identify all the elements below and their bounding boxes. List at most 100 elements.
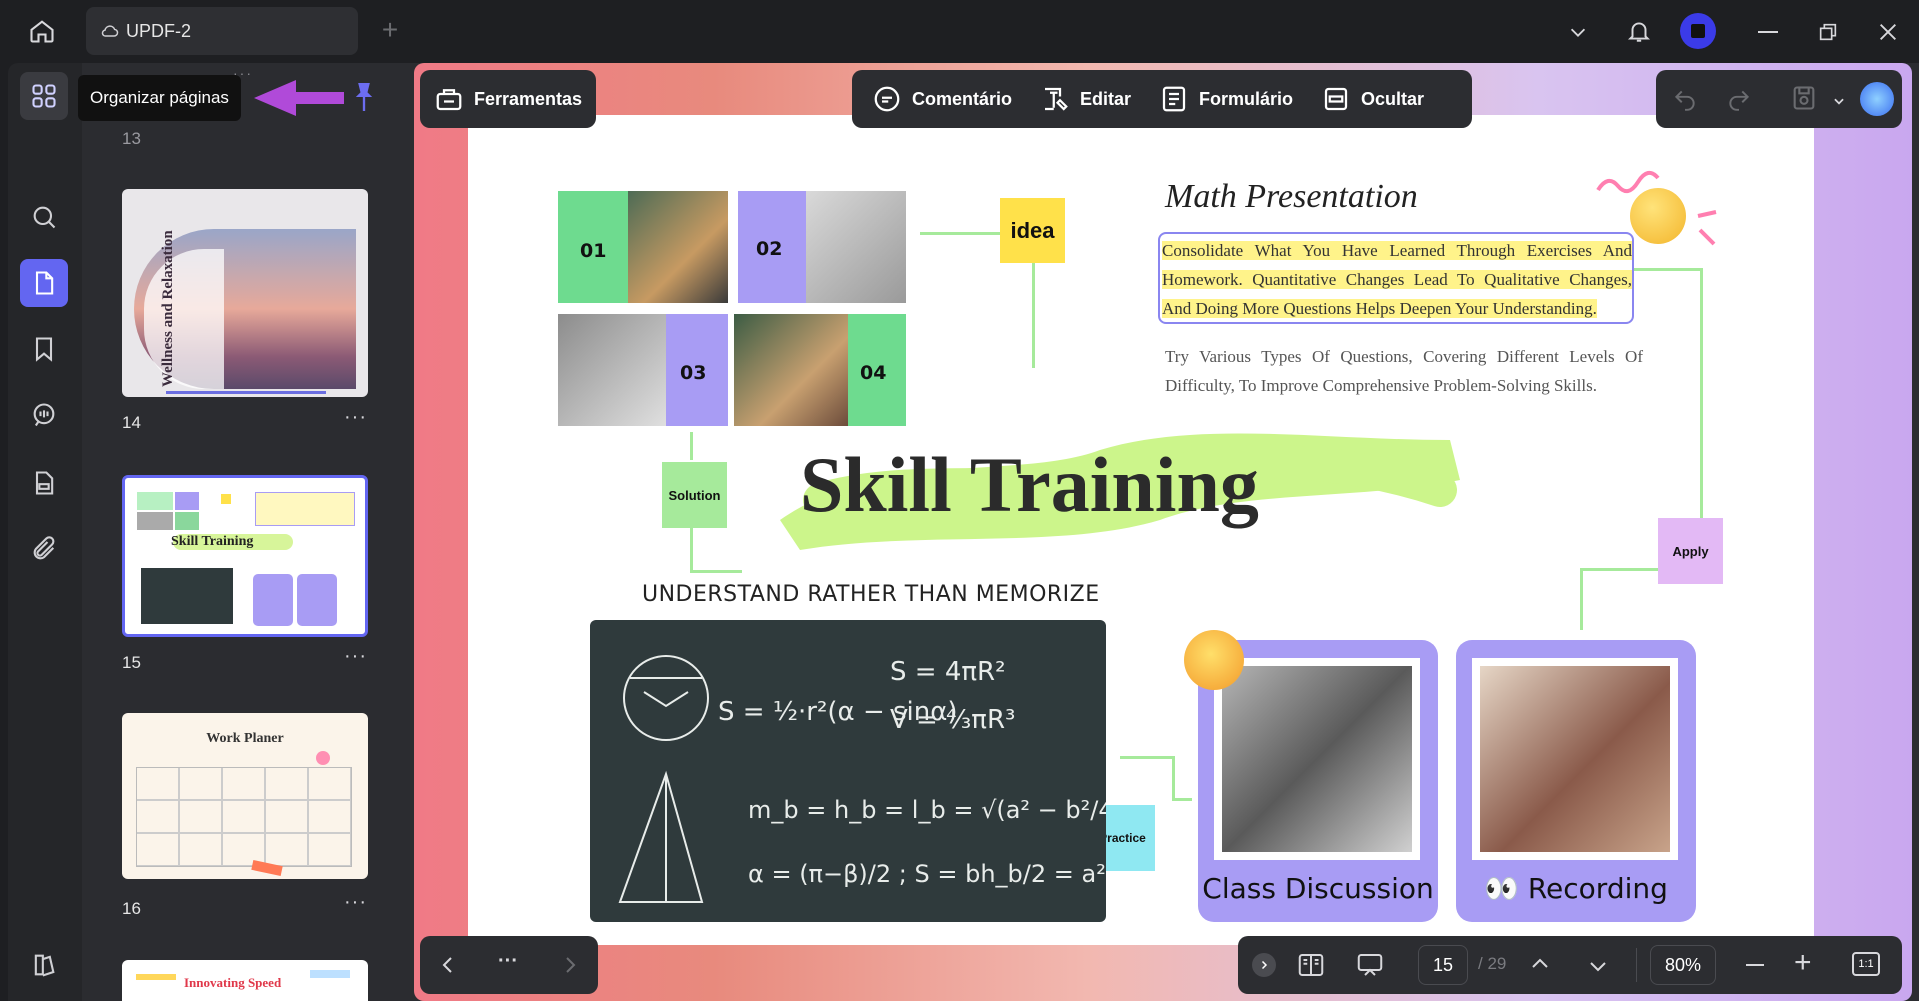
highlighted-text: Consolidate What You Have Learned Throug… [1162, 236, 1632, 323]
chevron-down-icon[interactable] [1586, 954, 1610, 983]
form-icon [35, 471, 54, 495]
pin-icon[interactable] [350, 80, 378, 114]
close-icon[interactable] [1870, 14, 1906, 50]
layers-icon [34, 954, 55, 977]
connector-line [690, 570, 742, 573]
chevron-right-icon[interactable] [558, 953, 582, 982]
document-tab[interactable]: UPDF-2 [86, 7, 358, 55]
comments-button[interactable] [20, 391, 68, 439]
svg-text:α = (π−β)/2 ; S = bh_b/2 = a²: α = (π−β)/2 ; S = bh_b/2 = a² sinβ / 2 [748, 860, 1106, 888]
mind-blown-emoji [1184, 630, 1244, 690]
math-formulas-drawing: S = ½·r²(α − sinα) S = 4πR² V = ⁴⁄₃πR³ m… [618, 655, 1202, 903]
idea-note: idea [1000, 198, 1065, 263]
two-page-view-icon[interactable] [1296, 950, 1326, 985]
forms-button[interactable] [20, 459, 68, 507]
expand-icon[interactable] [1252, 953, 1276, 977]
left-rail [8, 63, 82, 1001]
bookmark-button[interactable] [20, 325, 68, 373]
svg-text:m_b = h_b = l_b = √(a² − b²/4): m_b = h_b = l_b = √(a² − b²/4) [748, 796, 1106, 824]
tools-photo [806, 191, 906, 303]
top-bar: UPDF-2 + [0, 0, 1919, 62]
minimize-icon[interactable] [1750, 14, 1786, 50]
attachments-button[interactable] [20, 525, 68, 573]
thumbnail-more-button[interactable]: ··· [344, 406, 367, 429]
form-icon [1162, 86, 1186, 112]
thumbnail-more-button[interactable]: ··· [344, 891, 367, 914]
layers-button[interactable] [20, 941, 68, 989]
restore-icon[interactable] [1810, 14, 1846, 50]
tab-title: UPDF-2 [126, 20, 192, 41]
eyes-icon: 👀 [1484, 872, 1528, 905]
thumbnail-page-17[interactable]: Innovating Speed [122, 960, 368, 1001]
body-text: Try Various Types Of Questions, Covering… [1165, 347, 1643, 395]
new-tab-icon[interactable]: + [374, 14, 406, 46]
chalkboard: S = ½·r²(α − sinα) S = 4πR² V = ⁴⁄₃πR³ m… [590, 620, 1202, 922]
connector-line [1632, 268, 1702, 271]
svg-text:V = ⁴⁄₃πR³: V = ⁴⁄₃πR³ [890, 705, 1015, 735]
connector-line [1172, 798, 1192, 801]
connector-line [690, 432, 693, 460]
hide-button[interactable]: Ocultar [1307, 84, 1438, 114]
bell-icon[interactable] [1620, 12, 1658, 50]
page-number-input[interactable]: 15 [1418, 945, 1468, 985]
edit-button[interactable]: Editar [1026, 84, 1145, 114]
solution-note: Solution [662, 462, 727, 528]
svg-text:S = 4πR²: S = 4πR² [890, 657, 1006, 687]
page-nav-bar-left: ··· [420, 936, 598, 994]
home-icon[interactable] [22, 12, 62, 50]
connector-line [1580, 568, 1583, 630]
connector-line [1032, 262, 1035, 368]
tools-button[interactable]: Ferramentas [434, 84, 582, 114]
chevron-down-icon[interactable] [1560, 14, 1596, 50]
zoom-out-icon[interactable] [1746, 964, 1764, 966]
divider [1636, 948, 1637, 982]
thumbnail-title: Skill Training [171, 534, 254, 549]
comment-button[interactable]: Comentário [858, 84, 1026, 114]
page-icon [35, 271, 54, 295]
cloud-icon [101, 25, 119, 37]
zoom-in-icon[interactable]: + [1794, 948, 1812, 978]
pages-button[interactable] [20, 259, 68, 307]
comment-label: Comentário [912, 88, 1013, 109]
avatar[interactable] [1680, 13, 1716, 49]
ai-assistant-icon[interactable] [1860, 82, 1894, 116]
tile-number: 03 [680, 362, 707, 384]
recording-label: 👀 Recording [1484, 872, 1668, 905]
class-discussion-label: Class Discussion [1202, 872, 1434, 905]
thumbnail-number: 15 [122, 653, 141, 672]
connector-line [1582, 568, 1658, 571]
connector-line [690, 526, 693, 572]
save-icon[interactable] [1790, 84, 1818, 117]
undo-icon[interactable] [1672, 86, 1698, 117]
squiggle-decoration [1596, 170, 1717, 246]
form-button[interactable]: Formulário [1145, 84, 1307, 114]
redo-icon[interactable] [1726, 86, 1752, 117]
comment-icon [33, 403, 55, 427]
arrow-annotation [254, 80, 344, 116]
thumbnail-title: Work Planer [206, 731, 284, 746]
history-toolbar [1656, 70, 1902, 128]
presentation-icon[interactable] [1354, 950, 1386, 985]
subtitle: UNDERSTAND RATHER THAN MEMORIZE [642, 582, 1100, 607]
organize-pages-button[interactable] [20, 72, 68, 120]
search-button[interactable] [20, 193, 68, 241]
zoom-input[interactable]: 80% [1650, 945, 1716, 985]
tools-label: Ferramentas [474, 88, 583, 109]
save-dropdown-icon[interactable] [1832, 92, 1846, 113]
tools-toolbar: Ferramentas [420, 70, 596, 128]
thumbnail-more-button[interactable]: ··· [344, 645, 367, 668]
thumbnail-page-14[interactable]: Wellness and Relaxation [122, 189, 368, 397]
tile-number: 04 [860, 362, 887, 384]
thumbnail-page-15[interactable]: Skill Training [122, 475, 368, 637]
chevron-left-icon[interactable] [436, 953, 460, 982]
total-pages: / 29 [1478, 954, 1507, 973]
more-button[interactable]: ··· [498, 950, 518, 973]
class-discussion-photo-frame [1214, 658, 1420, 860]
redact-icon [1324, 87, 1348, 111]
thumbnail-page-16[interactable]: Work Planer [122, 713, 368, 879]
thumbnail-number: 14 [122, 413, 141, 432]
connector-line [1700, 268, 1703, 520]
actual-size-button[interactable]: 1:1 [1852, 952, 1880, 976]
chevron-up-icon[interactable] [1528, 952, 1552, 981]
thumbnail-number: 13 [122, 129, 141, 148]
